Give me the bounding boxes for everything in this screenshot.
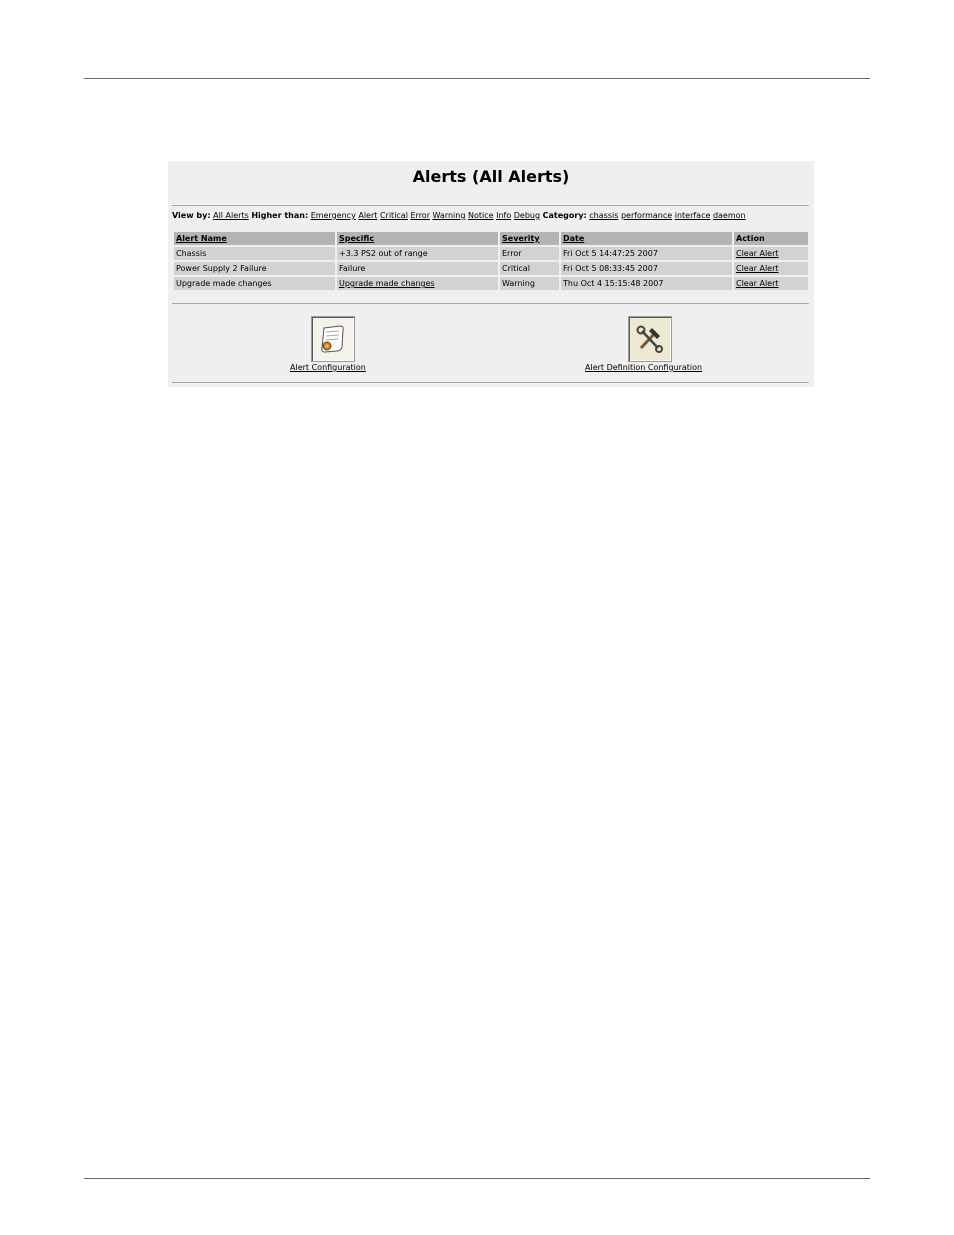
- filter-notice[interactable]: Notice: [468, 211, 494, 220]
- higher-than-label: Higher than:: [251, 211, 309, 220]
- footer-rule: [84, 1178, 870, 1179]
- filter-bar: View by: All Alerts Higher than: Emergen…: [172, 211, 812, 220]
- filter-all-alerts[interactable]: All Alerts: [213, 211, 249, 220]
- column-header-severity[interactable]: Severity: [500, 232, 559, 245]
- clear-alert-link[interactable]: Clear Alert: [736, 264, 779, 273]
- filter-alert[interactable]: Alert: [358, 211, 377, 220]
- clear-alert-link[interactable]: Clear Alert: [736, 249, 779, 258]
- divider: [172, 303, 809, 304]
- table-row: Chassis +3.3 PS2 out of range Error Fri …: [174, 247, 808, 260]
- alert-definition-configuration-button[interactable]: [628, 316, 672, 362]
- alert-name-cell: Power Supply 2 Failure: [174, 262, 335, 275]
- date-cell: Fri Oct 5 14:47:25 2007: [561, 247, 732, 260]
- filter-info[interactable]: Info: [496, 211, 511, 220]
- scroll-document-icon: [321, 325, 344, 353]
- specific-cell: +3.3 PS2 out of range: [337, 247, 498, 260]
- filter-performance[interactable]: performance: [621, 211, 672, 220]
- severity-cell: Error: [500, 247, 559, 260]
- column-header-action: Action: [734, 232, 808, 245]
- alert-configuration-link[interactable]: Alert Configuration: [290, 363, 366, 372]
- alert-configuration-button[interactable]: [311, 316, 355, 362]
- alerts-panel: Alerts (All Alerts) View by: All Alerts …: [168, 161, 814, 387]
- view-by-label: View by:: [172, 211, 211, 220]
- alert-definition-configuration-link[interactable]: Alert Definition Configuration: [585, 363, 702, 372]
- filter-critical[interactable]: Critical: [380, 211, 408, 220]
- page-title: Alerts (All Alerts): [412, 167, 570, 186]
- column-header-alert-name[interactable]: Alert Name: [174, 232, 335, 245]
- severity-cell: Warning: [500, 277, 559, 290]
- alert-name-cell: Chassis: [174, 247, 335, 260]
- divider: [172, 205, 809, 206]
- date-cell: Fri Oct 5 08:33:45 2007: [561, 262, 732, 275]
- alerts-table: Alert Name Specific Severity Date Action…: [172, 230, 810, 292]
- action-cell: Clear Alert: [734, 262, 808, 275]
- severity-cell: Critical: [500, 262, 559, 275]
- filter-error[interactable]: Error: [410, 211, 430, 220]
- clear-alert-link[interactable]: Clear Alert: [736, 279, 779, 288]
- table-row: Power Supply 2 Failure Failure Critical …: [174, 262, 808, 275]
- filter-daemon[interactable]: daemon: [713, 211, 746, 220]
- filter-chassis[interactable]: chassis: [589, 211, 618, 220]
- filter-warning[interactable]: Warning: [433, 211, 466, 220]
- hammer-wrench-icon: [636, 325, 663, 353]
- specific-link[interactable]: Upgrade made changes: [339, 279, 435, 288]
- table-header-row: Alert Name Specific Severity Date Action: [174, 232, 808, 245]
- filter-emergency[interactable]: Emergency: [311, 211, 356, 220]
- specific-cell: Upgrade made changes: [337, 277, 498, 290]
- date-cell: Thu Oct 4 15:15:48 2007: [561, 277, 732, 290]
- filter-debug[interactable]: Debug: [514, 211, 540, 220]
- table-row: Upgrade made changes Upgrade made change…: [174, 277, 808, 290]
- header-rule: [84, 78, 870, 79]
- action-cell: Clear Alert: [734, 277, 808, 290]
- filter-interface[interactable]: interface: [675, 211, 711, 220]
- column-header-specific[interactable]: Specific: [337, 232, 498, 245]
- action-cell: Clear Alert: [734, 247, 808, 260]
- category-label: Category:: [542, 211, 587, 220]
- column-header-date[interactable]: Date: [561, 232, 732, 245]
- divider: [172, 382, 809, 383]
- alert-name-cell: Upgrade made changes: [174, 277, 335, 290]
- specific-cell: Failure: [337, 262, 498, 275]
